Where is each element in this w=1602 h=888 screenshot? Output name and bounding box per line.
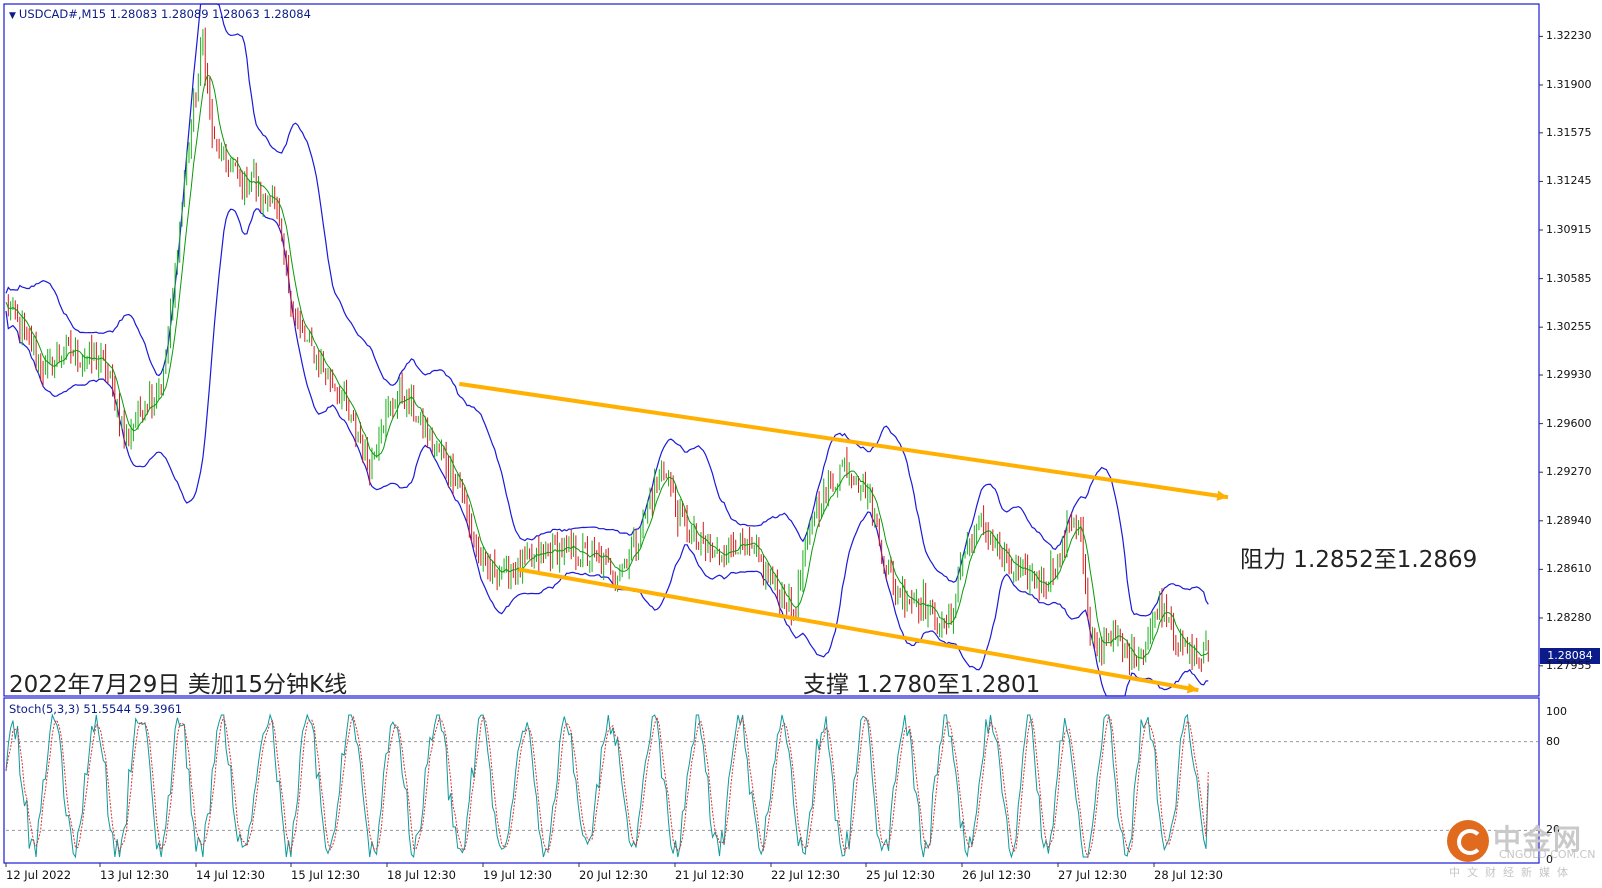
symbol-header-text: USDCAD#,M15 1.28083 1.28089 1.28063 1.28… [18, 7, 311, 21]
y-axis-tick-label: 1.29600 [1546, 416, 1592, 430]
x-axis-tick-label: 15 Jul 12:30 [291, 868, 360, 882]
y-axis-tick-label: 1.31575 [1546, 125, 1592, 139]
x-axis-tick-label: 25 Jul 12:30 [866, 868, 935, 882]
y-axis-tick-label: 1.30255 [1546, 320, 1592, 334]
y-axis-tick-label: 1.30585 [1546, 271, 1592, 285]
symbol-header: ▼ USDCAD#,M15 1.28083 1.28089 1.28063 1.2… [9, 7, 311, 21]
chart-title-annotation: 2022年7月29日 美加15分钟K线 [9, 672, 348, 698]
x-axis-tick-label: 14 Jul 12:30 [196, 868, 265, 882]
stoch-header: Stoch(5,3,3) 51.5544 59.3961 [9, 702, 183, 716]
chart-canvas[interactable] [0, 0, 1602, 888]
x-axis-tick-label: 28 Jul 12:30 [1154, 868, 1223, 882]
y-axis-tick-label: 1.29270 [1546, 465, 1592, 479]
x-axis-tick-label: 19 Jul 12:30 [483, 868, 552, 882]
cngold-logo-icon [1447, 820, 1489, 862]
stoch-axis-tick-label: 80 [1546, 734, 1560, 748]
watermark: 中金网 CNGOLD.COM.CN 中文财经新媒体 [1447, 818, 1597, 882]
y-axis-tick-label: 1.29930 [1546, 368, 1592, 382]
watermark-tagline: 中文财经新媒体 [1449, 866, 1575, 879]
collapse-triangle-icon[interactable]: ▼ [9, 11, 16, 21]
x-axis-tick-label: 22 Jul 12:30 [771, 868, 840, 882]
resistance-annotation: 阻力 1.2852至1.2869 [1240, 547, 1478, 573]
y-axis-tick-label: 1.28940 [1546, 513, 1592, 527]
y-axis-tick-label: 1.27955 [1546, 658, 1592, 672]
y-axis-tick-label: 1.31900 [1546, 77, 1592, 91]
x-axis-tick-label: 12 Jul 2022 [6, 868, 72, 882]
stoch-axis-tick-label: 100 [1546, 705, 1567, 718]
x-axis-tick-label: 18 Jul 12:30 [387, 868, 456, 882]
x-axis-tick-label: 13 Jul 12:30 [100, 868, 169, 882]
x-axis-tick-label: 26 Jul 12:30 [962, 868, 1031, 882]
x-axis-tick-label: 27 Jul 12:30 [1058, 868, 1127, 882]
x-axis-tick-label: 20 Jul 12:30 [579, 868, 648, 882]
y-axis-tick-label: 1.28280 [1546, 610, 1592, 624]
x-axis-tick-label: 21 Jul 12:30 [675, 868, 744, 882]
price-panel-frame [3, 3, 1540, 697]
y-axis-tick-label: 1.32230 [1546, 29, 1592, 43]
watermark-domain: CNGOLD.COM.CN [1499, 848, 1596, 861]
y-axis-tick-label: 1.31245 [1546, 174, 1592, 188]
y-axis-tick-label: 1.28610 [1546, 562, 1592, 576]
y-axis-tick-label: 1.30915 [1546, 223, 1592, 236]
support-annotation: 支撑 1.2780至1.2801 [803, 672, 1041, 698]
